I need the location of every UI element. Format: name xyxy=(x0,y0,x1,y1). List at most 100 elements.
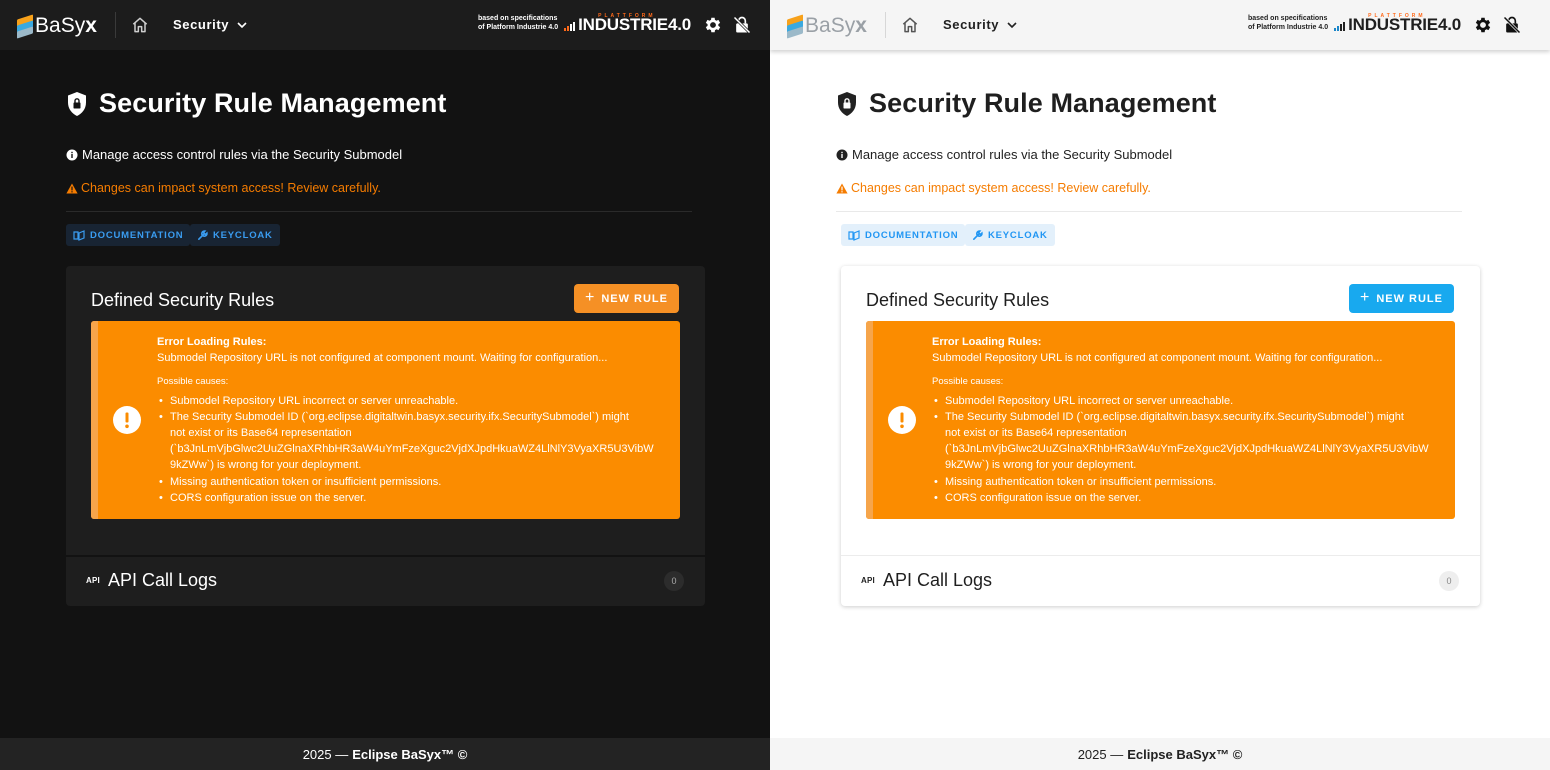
info-text: Manage access control rules via the Secu… xyxy=(836,147,1172,162)
info-text-label: Manage access control rules via the Secu… xyxy=(852,147,1173,162)
footer-name: Eclipse BaSyx™ © xyxy=(352,746,468,762)
alert-cause: Submodel Repository URL incorrect or ser… xyxy=(932,393,1442,409)
alert-causes-label: Possible causes: xyxy=(157,376,229,387)
warning-text: Changes can impact system access! Review… xyxy=(66,181,381,195)
keycloak-button[interactable]: KEYCLOAK xyxy=(190,224,280,246)
security-rules-card: Defined Security Rules + NEW RULE Error … xyxy=(66,266,705,606)
api-logs-count-badge: 0 xyxy=(664,571,684,591)
documentation-button[interactable]: DOCUMENTATION xyxy=(66,224,191,246)
api-icon: API xyxy=(86,576,100,585)
dark-theme-pane: BaSyx Security based on specifications of… xyxy=(0,0,770,770)
home-icon[interactable] xyxy=(900,15,922,35)
industrie40-caption: based on specifications of Platform Indus… xyxy=(1248,15,1329,31)
alert-stripe xyxy=(91,321,98,519)
info-text-label: Manage access control rules via the Secu… xyxy=(82,147,403,162)
api-logs-title: API Call Logs xyxy=(882,570,992,590)
wrench-icon xyxy=(973,229,983,240)
new-rule-button[interactable]: + NEW RULE xyxy=(574,284,679,313)
page-header: Security Rule Management xyxy=(66,88,447,119)
shield-lock-icon xyxy=(68,91,86,116)
api-logs-toggle[interactable]: API API Call Logs xyxy=(86,570,217,591)
alert-cause: CORS configuration issue on the server. xyxy=(157,490,667,506)
warning-text-label: Changes can impact system access! Review… xyxy=(851,181,1151,195)
nav-menu-label: Security xyxy=(943,17,1000,32)
api-logs-toggle[interactable]: API API Call Logs xyxy=(861,570,992,591)
logo-text-prefix: Ba xyxy=(35,14,61,37)
documentation-button-label: DOCUMENTATION xyxy=(865,229,959,241)
shield-lock-icon xyxy=(838,91,856,116)
new-rule-label: NEW RULE xyxy=(1376,292,1443,305)
page-header: Security Rule Management xyxy=(836,88,1217,119)
chevron-down-icon xyxy=(237,21,247,28)
basyx-logo[interactable]: BaSyx xyxy=(786,13,867,39)
industrie40-bars-icon xyxy=(1334,22,1346,31)
error-alert: Error Loading Rules: Submodel Repository… xyxy=(91,321,680,519)
plus-icon: + xyxy=(584,288,596,306)
exclamation-circle-icon xyxy=(113,406,141,434)
lock-off-icon[interactable] xyxy=(1502,15,1522,35)
alert-stripe xyxy=(866,321,873,519)
basyx-logo[interactable]: BaSyx xyxy=(16,13,97,39)
gear-icon[interactable] xyxy=(1473,15,1493,35)
new-rule-button[interactable]: + NEW RULE xyxy=(1349,284,1454,313)
alert-causes-list: Submodel Repository URL incorrect or ser… xyxy=(932,393,1442,507)
alert-cause: Submodel Repository URL incorrect or ser… xyxy=(157,393,667,409)
divider xyxy=(836,211,1462,212)
alert-cause: Missing authentication token or insuffic… xyxy=(932,474,1442,490)
security-rules-card: Defined Security Rules + NEW RULE Error … xyxy=(841,266,1480,606)
alert-causes-label: Possible causes: xyxy=(932,376,1004,387)
footer: 2025 — Eclipse BaSyx™ © xyxy=(0,738,770,770)
alert-cause: The Security Submodel ID (`org.eclipse.d… xyxy=(932,409,1442,474)
lock-off-icon[interactable] xyxy=(732,15,752,35)
chevron-down-icon xyxy=(1007,21,1017,28)
app-bar: BaSyx Security based on specifications of… xyxy=(770,0,1550,50)
industrie40-platform-text: PLATTFORM xyxy=(598,13,656,19)
api-logs-count-badge: 0 xyxy=(1439,571,1459,591)
alert-message: Submodel Repository URL is not configure… xyxy=(157,351,608,364)
book-icon xyxy=(73,229,85,241)
logo-text-x: x xyxy=(85,14,97,37)
industrie40-logo: based on specifications of Platform Indus… xyxy=(478,13,691,34)
header-divider xyxy=(115,12,116,38)
alert-heading: Error Loading Rules: xyxy=(932,336,1042,348)
security-nav-menu[interactable]: Security xyxy=(943,17,1017,32)
security-nav-menu[interactable]: Security xyxy=(173,17,247,32)
alert-cause: The Security Submodel ID (`org.eclipse.d… xyxy=(157,409,667,474)
footer-year: 2025 — xyxy=(302,746,349,762)
footer-year: 2025 — xyxy=(1077,746,1124,762)
logo-text-suffix: Sy xyxy=(60,14,86,37)
footer: 2025 — Eclipse BaSyx™ © xyxy=(770,738,1550,770)
warning-text-label: Changes can impact system access! Review… xyxy=(81,181,381,195)
basyx-cube-icon xyxy=(786,14,804,39)
card-title: Defined Security Rules xyxy=(91,290,275,310)
exclamation-circle-icon xyxy=(888,406,916,434)
header-divider xyxy=(885,12,886,38)
logo-text-suffix: Sy xyxy=(830,14,856,37)
page-title: Security Rule Management xyxy=(869,88,1217,118)
error-alert: Error Loading Rules: Submodel Repository… xyxy=(866,321,1455,519)
api-icon: API xyxy=(861,576,875,585)
info-icon xyxy=(836,149,848,160)
book-icon xyxy=(848,229,860,241)
plus-icon: + xyxy=(1359,288,1371,306)
logo-text-prefix: Ba xyxy=(805,14,831,37)
nav-menu-label: Security xyxy=(173,17,230,32)
home-icon[interactable] xyxy=(130,15,152,35)
basyx-cube-icon xyxy=(16,14,34,39)
card-divider xyxy=(66,555,705,557)
gear-icon[interactable] xyxy=(703,15,723,35)
keycloak-button-label: KEYCLOAK xyxy=(213,229,273,241)
keycloak-button[interactable]: KEYCLOAK xyxy=(965,224,1055,246)
logo-text-x: x xyxy=(855,14,867,37)
alert-cause: Missing authentication token or insuffic… xyxy=(157,474,667,490)
documentation-button[interactable]: DOCUMENTATION xyxy=(841,224,966,246)
info-text: Manage access control rules via the Secu… xyxy=(66,147,402,162)
footer-name: Eclipse BaSyx™ © xyxy=(1127,746,1243,762)
alert-heading: Error Loading Rules: xyxy=(157,336,267,348)
info-icon xyxy=(66,149,78,160)
app-bar: BaSyx Security based on specifications of… xyxy=(0,0,770,50)
light-theme-pane: BaSyx Security based on specifications of… xyxy=(770,0,1550,770)
industrie40-caption: based on specifications of Platform Indus… xyxy=(478,15,559,31)
wrench-icon xyxy=(198,229,208,240)
divider xyxy=(66,211,692,212)
